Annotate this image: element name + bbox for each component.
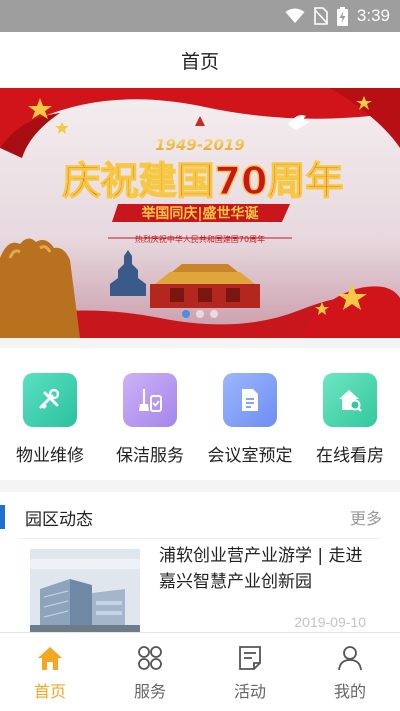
tab-activities[interactable]: 活动 <box>200 633 300 711</box>
tab-services[interactable]: 服务 <box>100 633 200 711</box>
no-sim-icon <box>314 7 328 25</box>
news-section: 园区动态 更多 浦软创业营产业游学 | 走进嘉兴智慧产业创新园 2019-09-… <box>0 492 400 633</box>
page-title: 首页 <box>180 50 219 73</box>
news-title: 浦软创业营产业游学 | 走进嘉兴智慧产业创新园 <box>159 546 363 592</box>
battery-charging-icon <box>336 6 348 26</box>
tab-label: 活动 <box>233 682 266 701</box>
carousel-dot[interactable] <box>196 310 204 318</box>
banner-years: 1949-2019 <box>155 136 245 154</box>
status-bar: 3:39 <box>0 0 400 32</box>
section-accent-bar <box>0 505 5 529</box>
service-label: 在线看房 <box>316 446 384 466</box>
news-thumbnail <box>30 549 140 633</box>
tools-icon <box>23 373 77 427</box>
tab-label: 服务 <box>133 682 166 701</box>
document-icon <box>223 373 277 427</box>
service-label: 物业维修 <box>16 446 84 466</box>
tab-label: 首页 <box>33 682 66 701</box>
service-label: 会议室预定 <box>207 446 293 466</box>
banner-subhead: 举国同庆|盛世华诞 <box>140 205 259 222</box>
news-header: 园区动态 更多 <box>0 492 400 542</box>
service-grid: 物业维修 保洁服务 会议室预定 在线看房 <box>0 348 400 480</box>
service-property-repair[interactable]: 物业维修 <box>0 348 100 480</box>
wifi-icon <box>285 8 305 24</box>
home-icon <box>36 645 64 675</box>
more-link[interactable]: 更多 <box>350 505 382 529</box>
service-cleaning[interactable]: 保洁服务 <box>100 348 200 480</box>
carousel-dot[interactable] <box>182 310 190 318</box>
tab-mine[interactable]: 我的 <box>300 633 400 711</box>
activity-icon <box>236 645 264 675</box>
title-bar: 首页 <box>0 32 400 88</box>
user-icon <box>336 645 364 675</box>
banner-carousel[interactable]: 1949-2019 庆祝建国70周年 举国同庆|盛世华诞 热烈庆祝中华人民共和国… <box>0 88 400 338</box>
banner-tagline: 热烈庆祝中华人民共和国建国70周年 <box>135 234 265 244</box>
status-time: 3:39 <box>356 6 390 25</box>
service-label: 保洁服务 <box>116 446 184 466</box>
grid-icon <box>136 645 164 675</box>
section-title: 园区动态 <box>25 509 93 530</box>
house-search-icon <box>323 373 377 427</box>
carousel-dot[interactable] <box>210 310 218 318</box>
banner-headline: 庆祝建国70周年 <box>63 159 344 203</box>
bottom-tab-bar: 首页 服务 活动 我的 <box>0 632 400 711</box>
service-meeting-room[interactable]: 会议室预定 <box>200 348 300 480</box>
tab-label: 我的 <box>333 682 366 701</box>
carousel-indicators <box>0 310 400 318</box>
news-date: 2019-09-10 <box>294 614 366 630</box>
tab-home[interactable]: 首页 <box>0 633 100 711</box>
news-item[interactable]: 浦软创业营产业游学 | 走进嘉兴智慧产业创新园 2019-09-10 <box>18 538 380 633</box>
banner-image: 1949-2019 庆祝建国70周年 举国同庆|盛世华诞 热烈庆祝中华人民共和国… <box>0 88 400 338</box>
service-online-viewing[interactable]: 在线看房 <box>300 348 400 480</box>
cleaning-icon <box>123 373 177 427</box>
